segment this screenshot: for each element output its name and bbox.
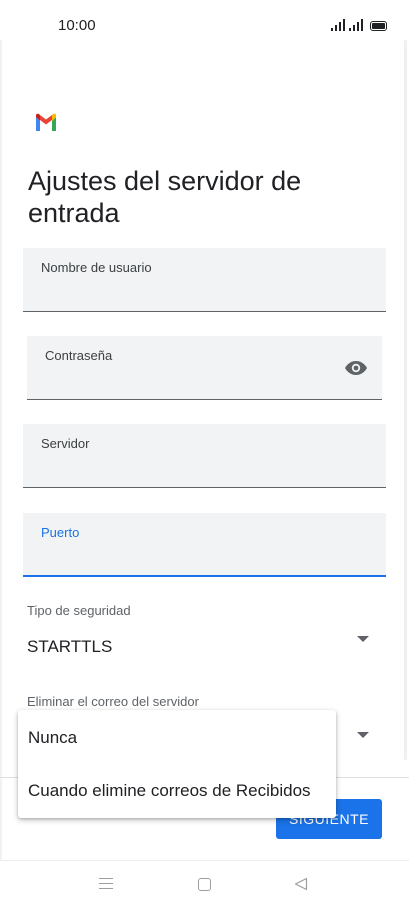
port-input[interactable] — [41, 547, 336, 569]
delete-from-server-label: Eliminar el correo del servidor — [27, 694, 199, 709]
home-icon[interactable] — [198, 878, 211, 891]
port-label: Puerto — [41, 525, 80, 540]
security-type-select[interactable]: STARTTLS — [27, 637, 112, 657]
signal-icon — [331, 19, 345, 31]
username-field[interactable]: Nombre de usuario — [23, 248, 386, 312]
server-input[interactable] — [41, 458, 336, 480]
password-label: Contraseña — [45, 348, 113, 363]
username-input[interactable] — [41, 282, 336, 304]
security-type-label: Tipo de seguridad — [27, 603, 131, 618]
system-nav-bar — [0, 860, 409, 910]
password-field[interactable]: Contraseña — [27, 336, 382, 400]
gmail-logo-icon — [36, 113, 56, 131]
status-icons — [331, 19, 387, 31]
signal-icon — [349, 19, 363, 31]
chevron-down-icon[interactable] — [357, 732, 369, 738]
port-field[interactable]: Puerto — [23, 513, 386, 577]
status-time: 10:00 — [58, 17, 96, 34]
menu-item-never[interactable]: Nunca — [18, 712, 336, 764]
battery-icon — [370, 21, 387, 31]
eye-icon[interactable] — [344, 358, 368, 378]
status-bar: 10:00 — [0, 0, 409, 52]
password-input[interactable] — [45, 370, 332, 392]
scrollbar[interactable] — [404, 40, 407, 760]
menu-item-when-deleted-from-inbox[interactable]: Cuando elimine correos de Recibidos — [18, 765, 336, 817]
username-label: Nombre de usuario — [41, 260, 152, 275]
menu-icon[interactable] — [99, 878, 113, 889]
page-title: Ajustes del servidor de entrada — [28, 166, 302, 228]
chevron-down-icon[interactable] — [357, 636, 369, 642]
server-label: Servidor — [41, 436, 90, 451]
server-field[interactable]: Servidor — [23, 424, 386, 488]
screen-edge-left — [0, 40, 2, 860]
delete-option-menu: Nunca Cuando elimine correos de Recibido… — [18, 710, 336, 818]
back-icon[interactable] — [294, 877, 308, 891]
